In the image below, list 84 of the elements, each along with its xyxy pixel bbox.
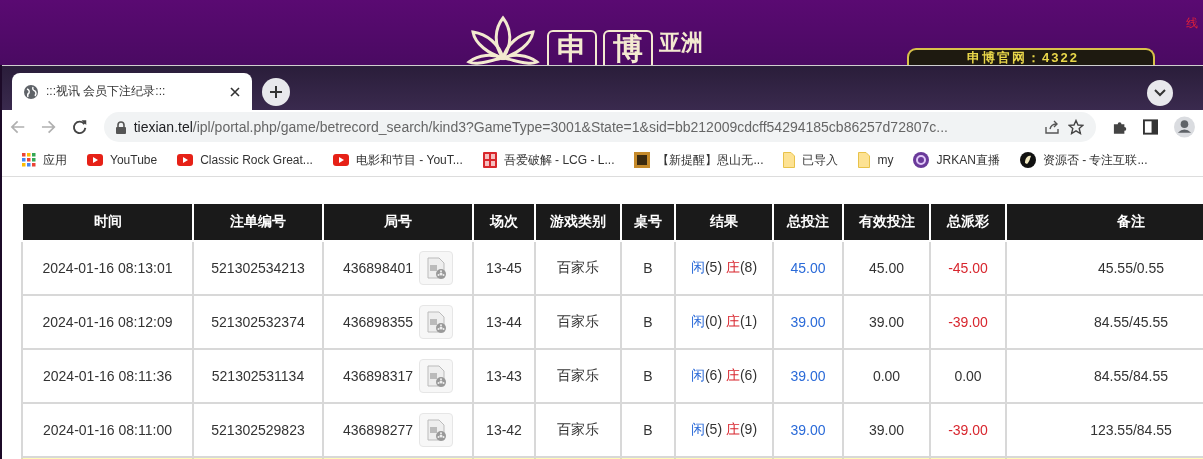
- table-cell: 2024-01-16 08:11:36: [22, 349, 193, 403]
- bookmark[interactable]: 已导入: [783, 151, 839, 169]
- table-cell: 39.00: [843, 295, 930, 349]
- side-panel-icon[interactable]: [1142, 119, 1159, 135]
- bookmark[interactable]: JRKAN直播: [913, 151, 1000, 169]
- table-cell: 百家乐: [535, 241, 621, 295]
- table-cell: 436898317: [342, 368, 414, 384]
- flower-logo-icon: [465, 14, 541, 65]
- square-logo-icon: [634, 152, 651, 168]
- table-cell: 闲(5) 庄(8): [675, 241, 773, 295]
- table-cell: B: [621, 349, 675, 403]
- share-icon[interactable]: [1043, 119, 1060, 135]
- seal-icon: [482, 152, 497, 168]
- column-header: 桌号: [621, 204, 675, 241]
- play-logo-icon: [332, 154, 349, 166]
- bookmark[interactable]: YouTube: [87, 153, 158, 167]
- site-banner[interactable]: 申博官网：4322: [907, 48, 1155, 65]
- folder-icon: [858, 152, 871, 168]
- logo-text: 亚洲: [659, 30, 703, 56]
- table-cell: 521302534213: [193, 241, 323, 295]
- table-cell: -45.00: [930, 241, 1006, 295]
- bookmark[interactable]: 电影和节目 - YouT...: [332, 151, 463, 169]
- table-cell: 0.00: [930, 349, 1006, 403]
- browser-tab[interactable]: :::视讯 会员下注纪录:::: [12, 73, 252, 110]
- column-header: 备注: [1006, 204, 1203, 241]
- table-cell: B: [621, 241, 675, 295]
- close-icon[interactable]: [230, 86, 240, 97]
- table-cell: 436898355: [342, 314, 414, 330]
- column-header: 场次: [473, 204, 535, 241]
- table-cell: 闲(6) 庄(6): [675, 349, 773, 403]
- play-logo-icon: [177, 154, 194, 166]
- table-cell: 39.00: [773, 349, 843, 403]
- puzzle-icon[interactable]: [1111, 119, 1127, 135]
- reload-icon[interactable]: [72, 119, 88, 135]
- lock-icon: [115, 120, 126, 134]
- table-cell: B: [621, 295, 675, 349]
- column-header: 结果: [675, 204, 773, 241]
- column-header: 总投注: [773, 204, 843, 241]
- bookmark[interactable]: Classic Rock Great...: [177, 153, 313, 167]
- video-replay-icon[interactable]: [419, 305, 454, 339]
- column-header: 时间: [22, 204, 193, 241]
- table-cell: 百家乐: [535, 349, 621, 403]
- table-cell: 13-45: [473, 241, 535, 295]
- video-replay-icon[interactable]: [419, 251, 454, 285]
- tab-search-button[interactable]: [1147, 80, 1173, 106]
- profile-avatar-icon[interactable]: [1174, 116, 1195, 138]
- table-cell: 45.00: [843, 241, 930, 295]
- address-bar[interactable]: tiexian.tel/ipl/portal.php/game/betrecord_search/kind3?GameType=3001&State=1&sid=bb212009cdcff54294185cb86257d72807c...: [103, 112, 1096, 142]
- table-cell: 2024-01-16 08:12:09: [22, 295, 193, 349]
- table-cell: 521302531134: [193, 349, 323, 403]
- bookmark[interactable]: my: [858, 152, 894, 168]
- column-header: 总派彩: [930, 204, 1006, 241]
- bookmark[interactable]: 应用: [22, 151, 67, 169]
- swirl-logo-icon: [913, 152, 930, 168]
- column-header: 局号: [323, 204, 473, 241]
- table-cell: 436898401: [342, 260, 414, 276]
- chevron-down-icon: [1154, 89, 1166, 97]
- bird-logo-icon: [1019, 152, 1036, 168]
- table-cell: 2024-01-16 08:13:01: [22, 241, 193, 295]
- table-cell: 13-43: [473, 349, 535, 403]
- globe-icon: [24, 84, 38, 99]
- new-tab-button[interactable]: [262, 78, 290, 106]
- play-logo-icon: [87, 154, 103, 166]
- table-cell: 45.00: [773, 241, 843, 295]
- video-replay-icon[interactable]: [419, 359, 454, 393]
- table-cell: -39.00: [930, 295, 1006, 349]
- bookmark[interactable]: 资源否 - 专注互联...: [1019, 151, 1148, 169]
- table-cell: 521302532374: [193, 295, 323, 349]
- apps-grid-icon: [22, 153, 36, 167]
- table-cell: 0.00: [843, 349, 930, 403]
- bookmark[interactable]: 【新提醒】恩山无...: [634, 151, 764, 169]
- table-cell: 436898277: [342, 422, 414, 438]
- column-header: 有效投注: [843, 204, 930, 241]
- folder-icon: [783, 152, 796, 168]
- plus-icon: [269, 85, 283, 99]
- bookmark[interactable]: 吾爱破解 - LCG - L...: [482, 151, 615, 169]
- table-cell: 百家乐: [535, 295, 621, 349]
- table-cell: 闲(0) 庄(1): [675, 295, 773, 349]
- table-cell: 13-44: [473, 295, 535, 349]
- column-header: 游戏类别: [535, 204, 621, 241]
- star-icon[interactable]: [1067, 119, 1084, 135]
- column-header: 注单编号: [193, 204, 323, 241]
- table-cell: 39.00: [773, 295, 843, 349]
- video-replay-icon[interactable]: [419, 413, 454, 447]
